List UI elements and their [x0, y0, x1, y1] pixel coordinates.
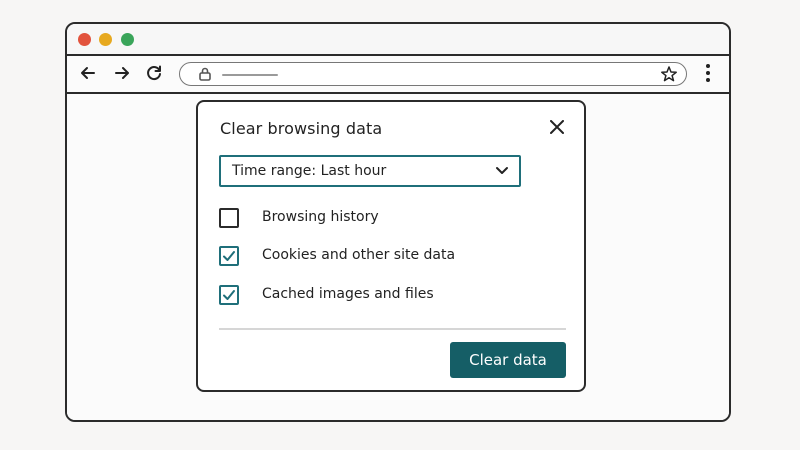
lock-icon: [199, 67, 211, 81]
clear-browsing-data-dialog: Clear browsing data Time range: Last hou…: [196, 100, 586, 392]
browser-window: Clear browsing data Time range: Last hou…: [65, 22, 731, 422]
close-dialog-button[interactable]: [546, 116, 568, 138]
star-icon[interactable]: [660, 65, 678, 83]
option-label: Cookies and other site data: [262, 247, 456, 263]
title-bar: [67, 24, 729, 56]
clear-data-button[interactable]: Clear data: [450, 342, 566, 378]
chevron-down-icon: [496, 167, 508, 174]
checkmark-icon: [223, 251, 235, 261]
page-content: Clear browsing data Time range: Last hou…: [67, 94, 729, 420]
reload-button[interactable]: [141, 60, 167, 86]
maximize-window-button[interactable]: [121, 33, 134, 46]
minimize-window-button[interactable]: [99, 33, 112, 46]
back-button[interactable]: [75, 60, 101, 86]
address-bar[interactable]: [179, 62, 687, 86]
option-browsing-history[interactable]: Browsing history: [219, 208, 539, 230]
dialog-divider: [219, 328, 566, 330]
browser-menu-button[interactable]: [695, 60, 721, 86]
browsing-history-checkbox[interactable]: [219, 208, 239, 228]
dialog-title: Clear browsing data: [220, 119, 383, 138]
arrow-right-icon: [115, 67, 129, 79]
checkmark-icon: [223, 290, 235, 300]
url-placeholder-line: [222, 74, 278, 76]
option-cached-images[interactable]: Cached images and files: [219, 285, 539, 307]
forward-button[interactable]: [109, 60, 135, 86]
arrow-left-icon: [81, 67, 95, 79]
time-range-value: Time range: Last hour: [232, 163, 387, 179]
cached-images-checkbox[interactable]: [219, 285, 239, 305]
browser-toolbar: [67, 56, 729, 94]
reload-icon: [147, 65, 161, 81]
close-icon: [550, 120, 564, 134]
cookies-checkbox[interactable]: [219, 246, 239, 266]
close-window-button[interactable]: [78, 33, 91, 46]
option-cookies[interactable]: Cookies and other site data: [219, 246, 539, 268]
option-label: Browsing history: [262, 209, 379, 225]
time-range-select[interactable]: Time range: Last hour: [219, 155, 521, 187]
kebab-menu-icon: [706, 64, 710, 82]
option-label: Cached images and files: [262, 286, 434, 302]
